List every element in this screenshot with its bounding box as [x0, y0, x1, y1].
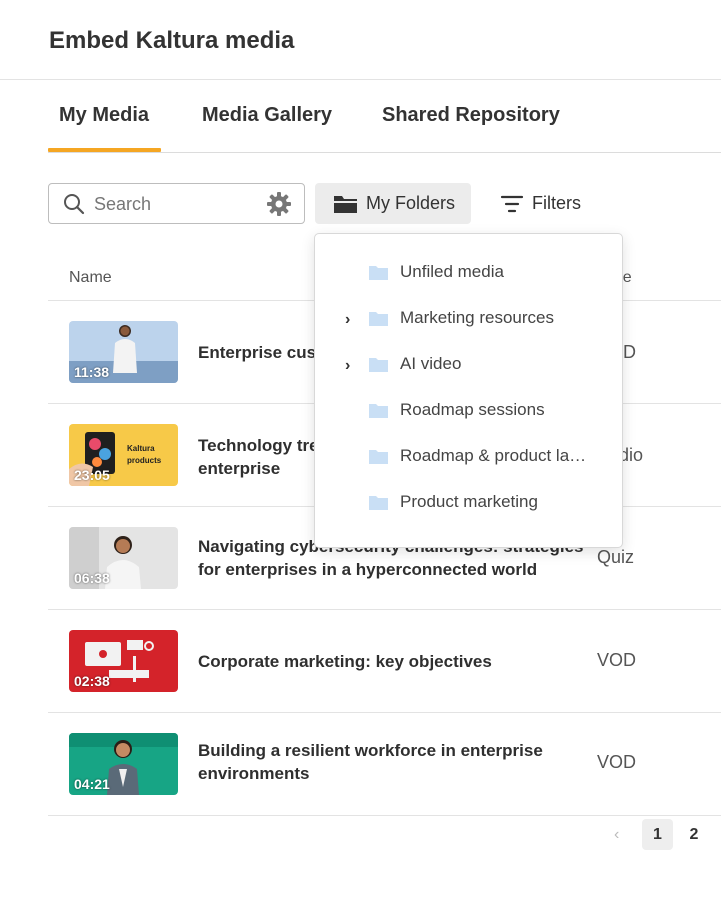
folder-item-label: Unfiled media: [400, 262, 504, 281]
duration-label: 11:38: [74, 364, 110, 380]
search-icon: [64, 194, 85, 215]
table-row[interactable]: 02:38 Corporate marketing: key objective…: [48, 610, 721, 713]
chevron-right-icon[interactable]: ›: [345, 357, 350, 375]
folder-item-label: Roadmap & product la…: [400, 446, 587, 465]
media-type: VOD: [597, 752, 637, 772]
filter-icon: [500, 195, 524, 213]
folder-item-unfiled-media[interactable]: Unfiled media: [315, 252, 622, 298]
folder-item-product-marketing[interactable]: Product marketing: [315, 482, 622, 528]
chevron-right-icon[interactable]: ›: [345, 311, 350, 329]
folder-icon: [369, 404, 388, 418]
video-thumbnail[interactable]: 04:21: [69, 733, 178, 795]
video-thumbnail[interactable]: 02:38: [69, 630, 178, 692]
tab-my-media[interactable]: My Media: [59, 104, 149, 127]
tab-shared-repository[interactable]: Shared Repository: [382, 104, 560, 127]
thumbnail-caption: products: [127, 456, 162, 465]
folder-icon: [369, 358, 388, 372]
duration-label: 23:05: [74, 467, 110, 483]
folder-item-roadmap-sessions[interactable]: Roadmap sessions: [315, 390, 622, 436]
media-title-line: Building a resilient workforce in enterp…: [198, 741, 543, 760]
folder-icon: [369, 312, 388, 326]
filters-label: Filters: [532, 193, 581, 213]
pagination: ‹ 1 2: [610, 818, 720, 852]
video-thumbnail[interactable]: 11:38: [69, 321, 178, 383]
media-title[interactable]: Corporate marketing: key objectives: [198, 650, 598, 673]
folders-dropdown-menu: Unfiled media › Marketing resources › AI…: [314, 233, 623, 548]
folder-icon: [369, 496, 388, 510]
media-type: VOD: [597, 650, 637, 670]
dialog-header: Embed Kaltura media: [0, 0, 721, 80]
folder-item-label: AI video: [400, 354, 462, 373]
thumbnail-caption: Kaltura: [127, 444, 155, 453]
my-folders-button[interactable]: My Folders: [315, 183, 471, 224]
media-title[interactable]: Building a resilient workforce in enterp…: [198, 739, 598, 785]
duration-label: 02:38: [74, 673, 110, 689]
search-input[interactable]: [94, 192, 254, 216]
tab-media-gallery[interactable]: Media Gallery: [202, 104, 332, 127]
gear-icon[interactable]: [266, 191, 292, 217]
folder-item-label: Roadmap sessions: [400, 400, 545, 419]
folder-item-roadmap-product-launch[interactable]: Roadmap & product la…: [315, 436, 622, 482]
video-thumbnail[interactable]: 06:38: [69, 527, 178, 589]
table-row[interactable]: 04:21 Building a resilient workforce in …: [48, 713, 721, 816]
dialog-title: Embed Kaltura media: [49, 27, 295, 54]
folder-icon: [334, 196, 357, 213]
duration-label: 04:21: [74, 776, 110, 792]
media-type: Quiz: [597, 547, 635, 567]
folder-item-label: Product marketing: [400, 492, 538, 511]
previous-page-icon[interactable]: ‹: [614, 826, 619, 844]
folder-icon: [369, 266, 388, 280]
media-tabs: My Media Media Gallery Shared Repository: [48, 80, 721, 153]
page-1-button[interactable]: 1: [642, 819, 673, 850]
page-2-button[interactable]: 2: [684, 819, 704, 850]
folder-item-marketing-resources[interactable]: › Marketing resources: [315, 298, 622, 344]
folder-item-label: Marketing resources: [400, 308, 555, 327]
media-title-line: for enterprises in a hyperconnected worl…: [198, 560, 538, 579]
duration-label: 06:38: [74, 570, 110, 586]
my-folders-label: My Folders: [366, 193, 456, 213]
folder-item-ai-video[interactable]: › AI video: [315, 344, 622, 390]
video-thumbnail[interactable]: Kaltura products 23:05: [69, 424, 178, 486]
folder-icon: [369, 450, 388, 464]
active-tab-indicator: [48, 148, 161, 152]
column-name-header[interactable]: Name: [69, 269, 112, 287]
filters-button[interactable]: Filters: [497, 183, 597, 224]
media-title-line: environments: [198, 764, 310, 783]
search-box: [48, 183, 305, 224]
